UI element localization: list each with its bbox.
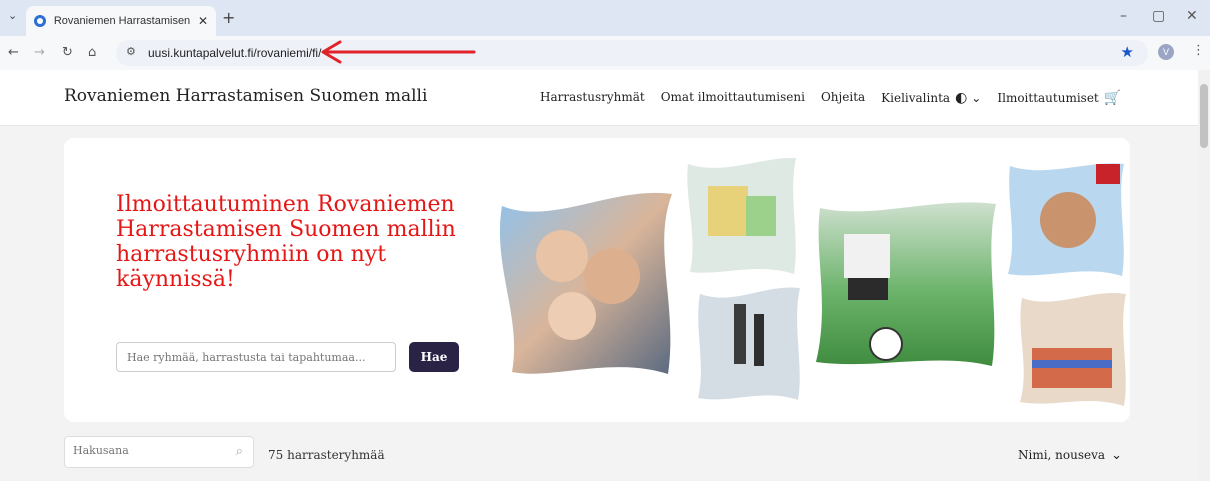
nav-help[interactable]: Ohjeita (821, 90, 865, 106)
tab-title: Rovaniemen Harrastamisen Suo (53, 15, 192, 27)
keyword-search[interactable]: ⌕ (64, 436, 254, 468)
browser-toolbar: ← → ↻ ⌂ ⚙ uusi.kuntapalvelut.fi/rovaniem… (0, 36, 1210, 70)
tab-close-icon[interactable]: ✕ (198, 14, 208, 28)
chevron-down-icon: ⌄ (1111, 448, 1122, 463)
hero-image-weaving (1020, 292, 1126, 406)
restore-icon[interactable]: ▢ (1152, 8, 1165, 24)
group-count: 75 harrasteryhmää (268, 448, 385, 462)
nav-my-registrations[interactable]: Omat ilmoittautumiseni (661, 90, 805, 106)
hero-search-button[interactable]: Hae (409, 342, 459, 372)
nav-groups[interactable]: Harrastusryhmät (540, 90, 645, 106)
browser-tab-bar: ⌄ Rovaniemen Harrastamisen Suo ✕ + – ▢ ✕ (0, 0, 1210, 36)
hero-image-hands (1008, 163, 1124, 276)
site-settings-icon[interactable]: ⚙ (126, 45, 136, 58)
reload-icon[interactable]: ↻ (62, 45, 73, 60)
hero-image-floorball (698, 287, 800, 400)
sort-label: Nimi, nouseva (1018, 448, 1106, 462)
menu-kebab-icon[interactable]: ⋮ (1192, 43, 1205, 58)
bookmark-star-icon[interactable]: ★ (1121, 43, 1134, 61)
hero-search-input[interactable] (116, 342, 396, 372)
nav-registrations[interactable]: Ilmoittautumiset 🛒 (997, 90, 1121, 106)
url-text[interactable]: uusi.kuntapalvelut.fi/rovaniemi/fi/ (148, 46, 321, 60)
hero-card: Ilmoittautuminen Rovaniemen Harrastamise… (64, 138, 1130, 422)
main-nav: Harrastusryhmät Omat ilmoittautumiseni O… (540, 90, 1121, 106)
site-header: Rovaniemen Harrastamisen Suomen malli Ha… (0, 70, 1198, 126)
hero-image-friends (499, 192, 672, 374)
page-content: Rovaniemen Harrastamisen Suomen malli Ha… (0, 70, 1198, 481)
nav-language[interactable]: Kielivalinta ◐ ⌄ (881, 90, 981, 106)
back-icon[interactable]: ← (8, 45, 19, 60)
address-bar[interactable]: ⚙ uusi.kuntapalvelut.fi/rovaniemi/fi/ ★ (116, 40, 1148, 66)
minimize-icon[interactable]: – (1120, 8, 1127, 24)
profile-avatar[interactable]: V (1158, 44, 1174, 60)
keyword-search-input[interactable] (73, 444, 213, 457)
site-brand[interactable]: Rovaniemen Harrastamisen Suomen malli (64, 86, 427, 106)
cart-icon: 🛒 (1103, 90, 1122, 106)
nav-registrations-label: Ilmoittautumiset (997, 91, 1099, 105)
search-icon[interactable]: ⌕ (236, 444, 243, 459)
annotation-arrow (321, 40, 476, 64)
hero-image-drawing (687, 157, 796, 274)
forward-icon[interactable]: → (34, 45, 45, 60)
chevron-down-icon: ⌄ (971, 91, 982, 105)
scrollbar-thumb[interactable] (1200, 84, 1208, 148)
browser-tab[interactable]: Rovaniemen Harrastamisen Suo ✕ (26, 6, 216, 36)
home-icon[interactable]: ⌂ (88, 45, 96, 60)
hero-title: Ilmoittautuminen Rovaniemen Harrastamise… (116, 192, 456, 292)
favicon-icon (34, 15, 46, 27)
new-tab-icon[interactable]: + (222, 8, 235, 27)
hero-image-football (816, 202, 996, 366)
nav-language-label: Kielivalinta (881, 91, 951, 105)
window-close-icon[interactable]: ✕ (1186, 8, 1198, 24)
tab-search-chevron-icon[interactable]: ⌄ (8, 9, 17, 22)
globe-icon: ◐ (955, 90, 968, 106)
sort-dropdown[interactable]: Nimi, nouseva ⌄ (1018, 448, 1122, 463)
